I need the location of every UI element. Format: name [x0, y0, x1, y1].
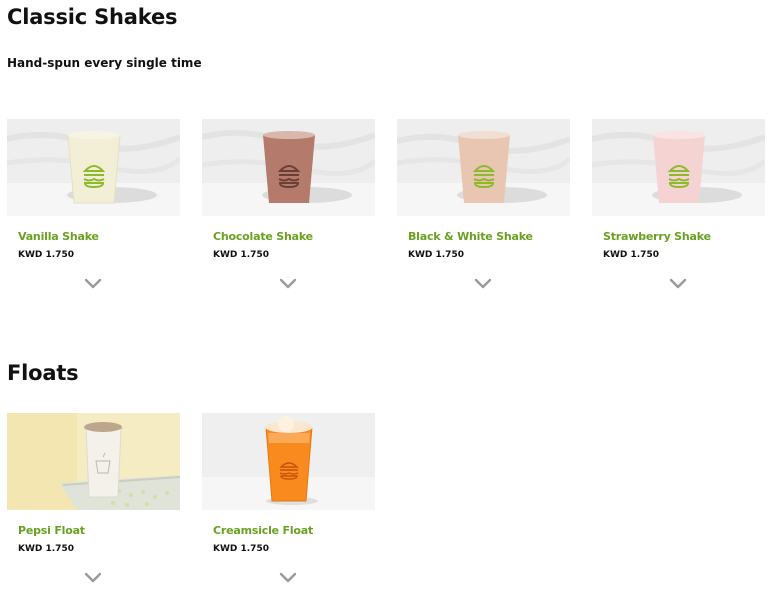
menu-item-chocolate-shake[interactable]: Chocolate Shake KWD 1.750	[202, 119, 375, 304]
menu-item-creamsicle-float[interactable]: Creamsicle Float KWD 1.750	[202, 413, 375, 598]
menu-item-price: KWD 1.750	[603, 250, 659, 260]
section-subtitle-classic-shakes: Hand-spun every single time	[7, 56, 202, 70]
menu-item-name[interactable]: Vanilla Shake	[18, 230, 99, 243]
menu-item-name[interactable]: Pepsi Float	[18, 524, 85, 537]
black-white-shake-image[interactable]	[397, 119, 570, 216]
menu-item-price: KWD 1.750	[18, 250, 74, 260]
menu-item-name[interactable]: Creamsicle Float	[213, 524, 313, 537]
chevron-down-icon[interactable]	[668, 277, 688, 291]
pepsi-float-image[interactable]	[7, 413, 180, 510]
chevron-down-icon[interactable]	[473, 277, 493, 291]
menu-item-name[interactable]: Black & White Shake	[408, 230, 533, 243]
menu-item-vanilla-shake[interactable]: Vanilla Shake KWD 1.750	[7, 119, 180, 304]
section-title-classic-shakes: Classic Shakes	[7, 5, 178, 29]
chevron-down-icon[interactable]	[83, 277, 103, 291]
section-title-floats: Floats	[7, 361, 79, 385]
menu-item-strawberry-shake[interactable]: Strawberry Shake KWD 1.750	[592, 119, 765, 304]
menu-item-pepsi-float[interactable]: Pepsi Float KWD 1.750	[7, 413, 180, 598]
chevron-down-icon[interactable]	[278, 277, 298, 291]
menu-item-name[interactable]: Chocolate Shake	[213, 230, 313, 243]
creamsicle-float-image[interactable]	[202, 413, 375, 510]
chevron-down-icon[interactable]	[278, 571, 298, 585]
menu-item-price: KWD 1.750	[213, 544, 269, 554]
menu-item-price: KWD 1.750	[213, 250, 269, 260]
menu-item-name[interactable]: Strawberry Shake	[603, 230, 711, 243]
strawberry-shake-image[interactable]	[592, 119, 765, 216]
menu-item-price: KWD 1.750	[408, 250, 464, 260]
menu-item-black-white-shake[interactable]: Black & White Shake KWD 1.750	[397, 119, 570, 304]
vanilla-shake-image[interactable]	[7, 119, 180, 216]
chocolate-shake-image[interactable]	[202, 119, 375, 216]
chevron-down-icon[interactable]	[83, 571, 103, 585]
menu-item-price: KWD 1.750	[18, 544, 74, 554]
